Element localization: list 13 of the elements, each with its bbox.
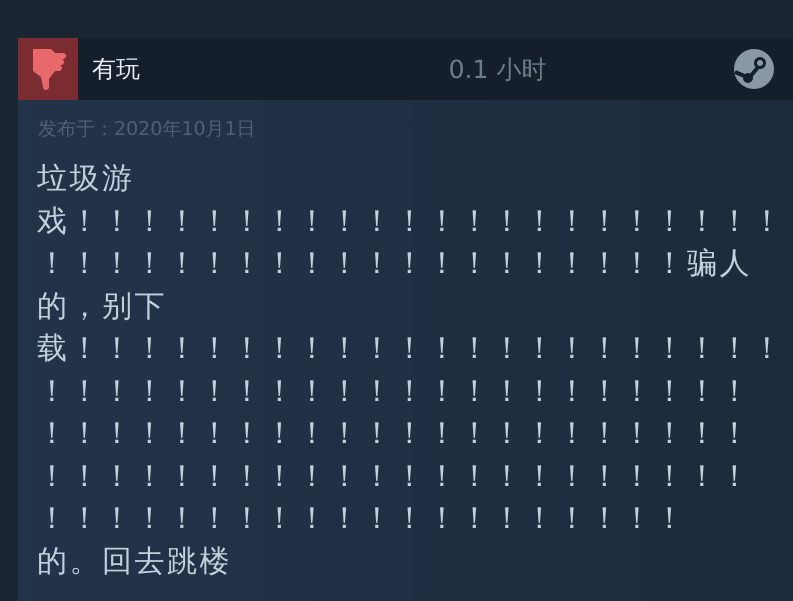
review-text-line: ！！！！！！！！！！！！！！！！！！！！！！	[37, 458, 753, 496]
review-text-line: ！！！！！！！！！！！！！！！！！！！！！！	[37, 415, 753, 453]
hours-played: 0.1 小时	[448, 54, 548, 86]
review-text-line: ！！！！！！！！！！！！！！！！！！！！！！	[37, 372, 753, 410]
review-text-line: ！！！！！！！！！！！！！！！！！！！！	[37, 500, 688, 538]
review-text-line: 的。回去跳楼	[37, 542, 233, 580]
review-text-line: 的，别下	[37, 288, 168, 326]
steam-icon	[733, 48, 775, 90]
review-text-line: ！！！！！！！！！！！！！！！！！！！！骗人	[37, 245, 753, 283]
review-text-line: 载！！！！！！！！！！！！！！！！！！！！！！	[37, 330, 786, 368]
review-label: 有玩	[92, 54, 141, 85]
review-text-line: 垃圾游	[37, 160, 136, 198]
review-text-line: 戏！！！！！！！！！！！！！！！！！！！！！！	[37, 202, 786, 240]
